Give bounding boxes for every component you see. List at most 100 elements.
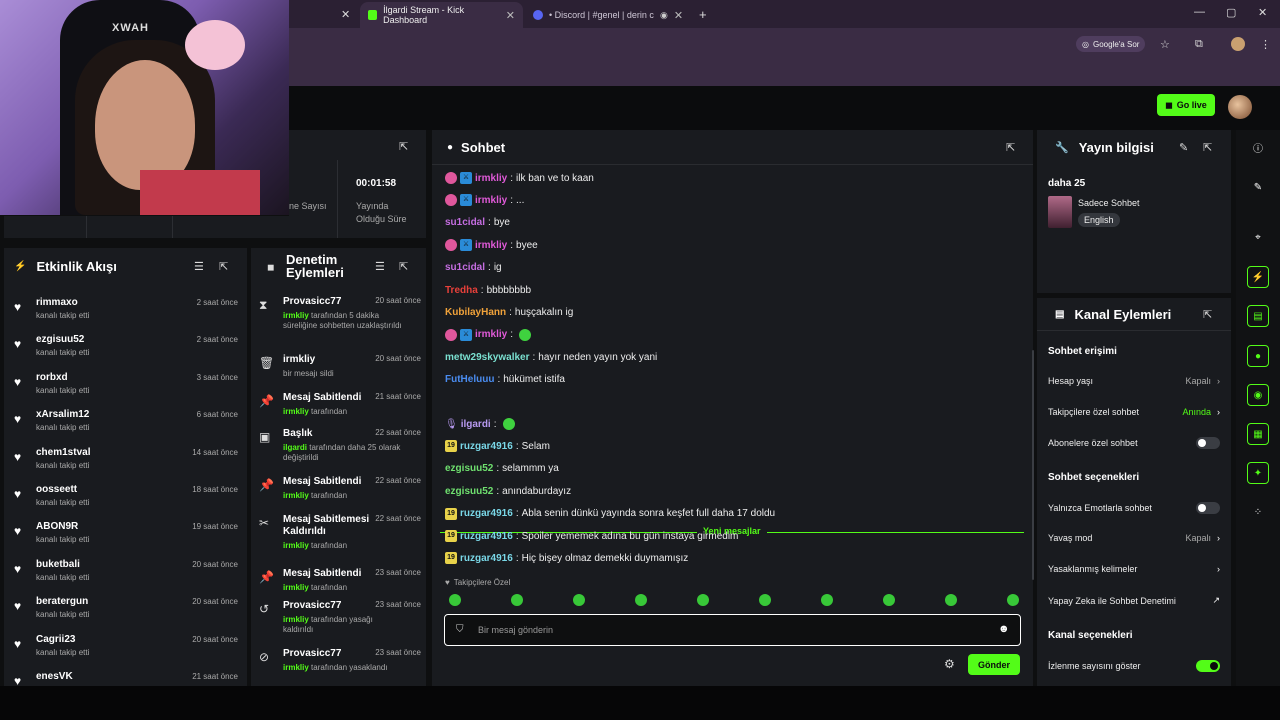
ai-moderation-row[interactable]: Yapay Zeka ile Sohbet Denetimi ↗ [1048,595,1220,606]
user-avatar[interactable] [1228,95,1252,119]
tab-discord[interactable]: • Discord | #genel | derin com ◉ ✕ [525,2,693,28]
chat-username[interactable]: ruzgar4916 [460,441,513,452]
chat-username[interactable]: ezgisuu52 [445,486,493,497]
chat-username[interactable]: irmkliy [475,240,507,251]
popout-icon[interactable]: ⇱ [219,260,228,273]
emote-icon[interactable] [945,594,957,606]
chat-username[interactable]: metw29skywalker [445,352,530,363]
activity-username[interactable]: oosseett [36,484,77,495]
moderator-name[interactable]: irmkliy [283,407,309,416]
window-close-icon[interactable]: ✕ [1258,6,1267,19]
go-live-button[interactable]: ◼ Go live [1157,94,1215,116]
emote-icon[interactable] [573,594,585,606]
account-age-row[interactable]: Hesap yaşı Kapalı › [1048,376,1220,386]
emote-icon[interactable] [883,594,895,606]
focus-icon[interactable]: ⌖ [1247,226,1269,248]
chat-username[interactable]: FutHeluuu [445,374,494,385]
emote-icon[interactable] [697,594,709,606]
moderator-name[interactable]: irmkliy [283,615,309,624]
emote-only-toggle[interactable] [1196,502,1220,514]
apps-icon[interactable]: ⁘ [1247,501,1269,523]
channel-icon[interactable]: ▦ [1247,423,1269,445]
extensions-icon[interactable]: ⧉ [1195,38,1203,51]
chat-username[interactable]: irmkliy [475,173,507,184]
chat-scrollbar[interactable] [1032,350,1034,580]
chat-username[interactable]: ruzgar4916 [460,553,513,564]
popout-icon[interactable]: ⇱ [399,140,408,153]
maximize-icon[interactable]: ▢ [1226,6,1236,19]
moderator-name[interactable]: irmkliy [283,541,309,550]
send-button[interactable]: Gönder [968,654,1020,675]
chat-username[interactable]: KubilayHann [445,307,506,318]
activity-username[interactable]: ezgisuu52 [36,334,84,345]
settings-gear-icon[interactable]: ⚙ [944,657,955,671]
activity-username[interactable]: rorbxd [36,372,68,383]
chat-username[interactable]: irmkliy [475,195,507,206]
chat-username[interactable]: irmkliy [475,329,507,340]
info-icon[interactable]: ⓘ [1247,136,1269,158]
close-tab-icon[interactable]: ✕ [506,9,515,22]
emoji-icon[interactable]: ☻ [998,623,1010,635]
activity-username[interactable]: rimmaxo [36,297,78,308]
new-tab-icon[interactable]: + [699,7,707,22]
tab-kick-dashboard[interactable]: İlgardi Stream - Kick Dashboard ✕ [360,2,523,28]
menu-icon[interactable]: ⋮ [1260,38,1271,51]
minimize-icon[interactable]: — [1194,6,1205,18]
bookmark-star-icon[interactable]: ☆ [1160,38,1170,51]
activity-bolt-icon[interactable]: ⚡ [1247,266,1269,288]
emote-icon[interactable] [449,594,461,606]
edit-pencil-icon[interactable]: ✎ [1179,141,1188,154]
google-sor-button[interactable]: ◎ Google'a Sor [1076,36,1146,52]
chat-input[interactable]: ⛉ Bir mesaj gönderin ☻ [444,614,1021,646]
activity-time: 2 saat önce [196,298,238,307]
moderator-name[interactable]: ilgardi [283,443,307,452]
divider [1037,330,1231,331]
popout-icon[interactable]: ⇱ [1006,141,1015,154]
activity-username[interactable]: xArsalim12 [36,409,89,420]
heart-icon: ♥ [14,636,22,651]
chat-icon[interactable]: ● [1247,345,1269,367]
popout-icon[interactable]: ⇱ [1203,141,1212,154]
activity-username[interactable]: beratergun [36,596,88,607]
emote-icon[interactable] [821,594,833,606]
chat-username[interactable]: su1cidal [445,217,485,228]
chat-username[interactable]: ruzgar4916 [460,508,513,519]
moderator-name[interactable]: irmkliy [283,491,309,500]
chat-username[interactable]: ilgardi [461,419,491,430]
wrench-icon[interactable]: ✦ [1247,462,1269,484]
edit-icon[interactable]: ✎ [1247,176,1269,198]
moderator-name[interactable]: irmkliy [283,663,309,672]
chat-username[interactable]: su1cidal [445,262,485,273]
activity-item: ♥ Cagrii23 kanalı takip etti 20 saat önc… [14,633,244,670]
popout-icon[interactable]: ⇱ [399,260,408,273]
followers-chat-row[interactable]: Takipçilere özel sohbet Anında › [1048,407,1220,417]
close-tab-icon[interactable]: ✕ [674,9,683,22]
activity-username[interactable]: Cagrii23 [36,634,75,645]
emote-icon[interactable] [635,594,647,606]
activity-username[interactable]: enesVK [36,671,73,682]
emote-icon[interactable] [759,594,771,606]
subs-chat-toggle[interactable] [1196,437,1220,449]
chat-username[interactable]: Tredha [445,285,478,296]
profile-avatar[interactable] [1231,37,1245,51]
followers-only-label: Takipçilere Özel [453,578,511,587]
activity-username[interactable]: buketbali [36,559,80,570]
chat-username[interactable]: ruzgar4916 [460,531,513,542]
popout-icon[interactable]: ⇱ [1203,308,1212,321]
document-icon[interactable]: ▤ [1247,305,1269,327]
banned-words-row[interactable]: Yasaklanmış kelimeler › [1048,564,1220,574]
filter-icon[interactable]: ☰ [375,260,385,273]
moderator-name[interactable]: irmkliy [283,311,309,320]
broadcast-icon[interactable]: ◉ [1247,384,1269,406]
emote-icon[interactable] [1007,594,1019,606]
activity-username[interactable]: chem1stval [36,447,90,458]
moderator-name[interactable]: irmkliy [283,583,309,592]
language-tag: English [1078,213,1120,227]
filter-icon[interactable]: ☰ [194,260,204,273]
activity-username[interactable]: ABON9R [36,521,78,532]
chat-username[interactable]: ezgisuu52 [445,463,493,474]
slow-mode-row[interactable]: Yavaş mod Kapalı › [1048,533,1220,543]
show-viewers-toggle[interactable] [1196,660,1220,672]
emote-icon[interactable] [511,594,523,606]
close-tab-icon[interactable]: ✕ [341,8,350,21]
